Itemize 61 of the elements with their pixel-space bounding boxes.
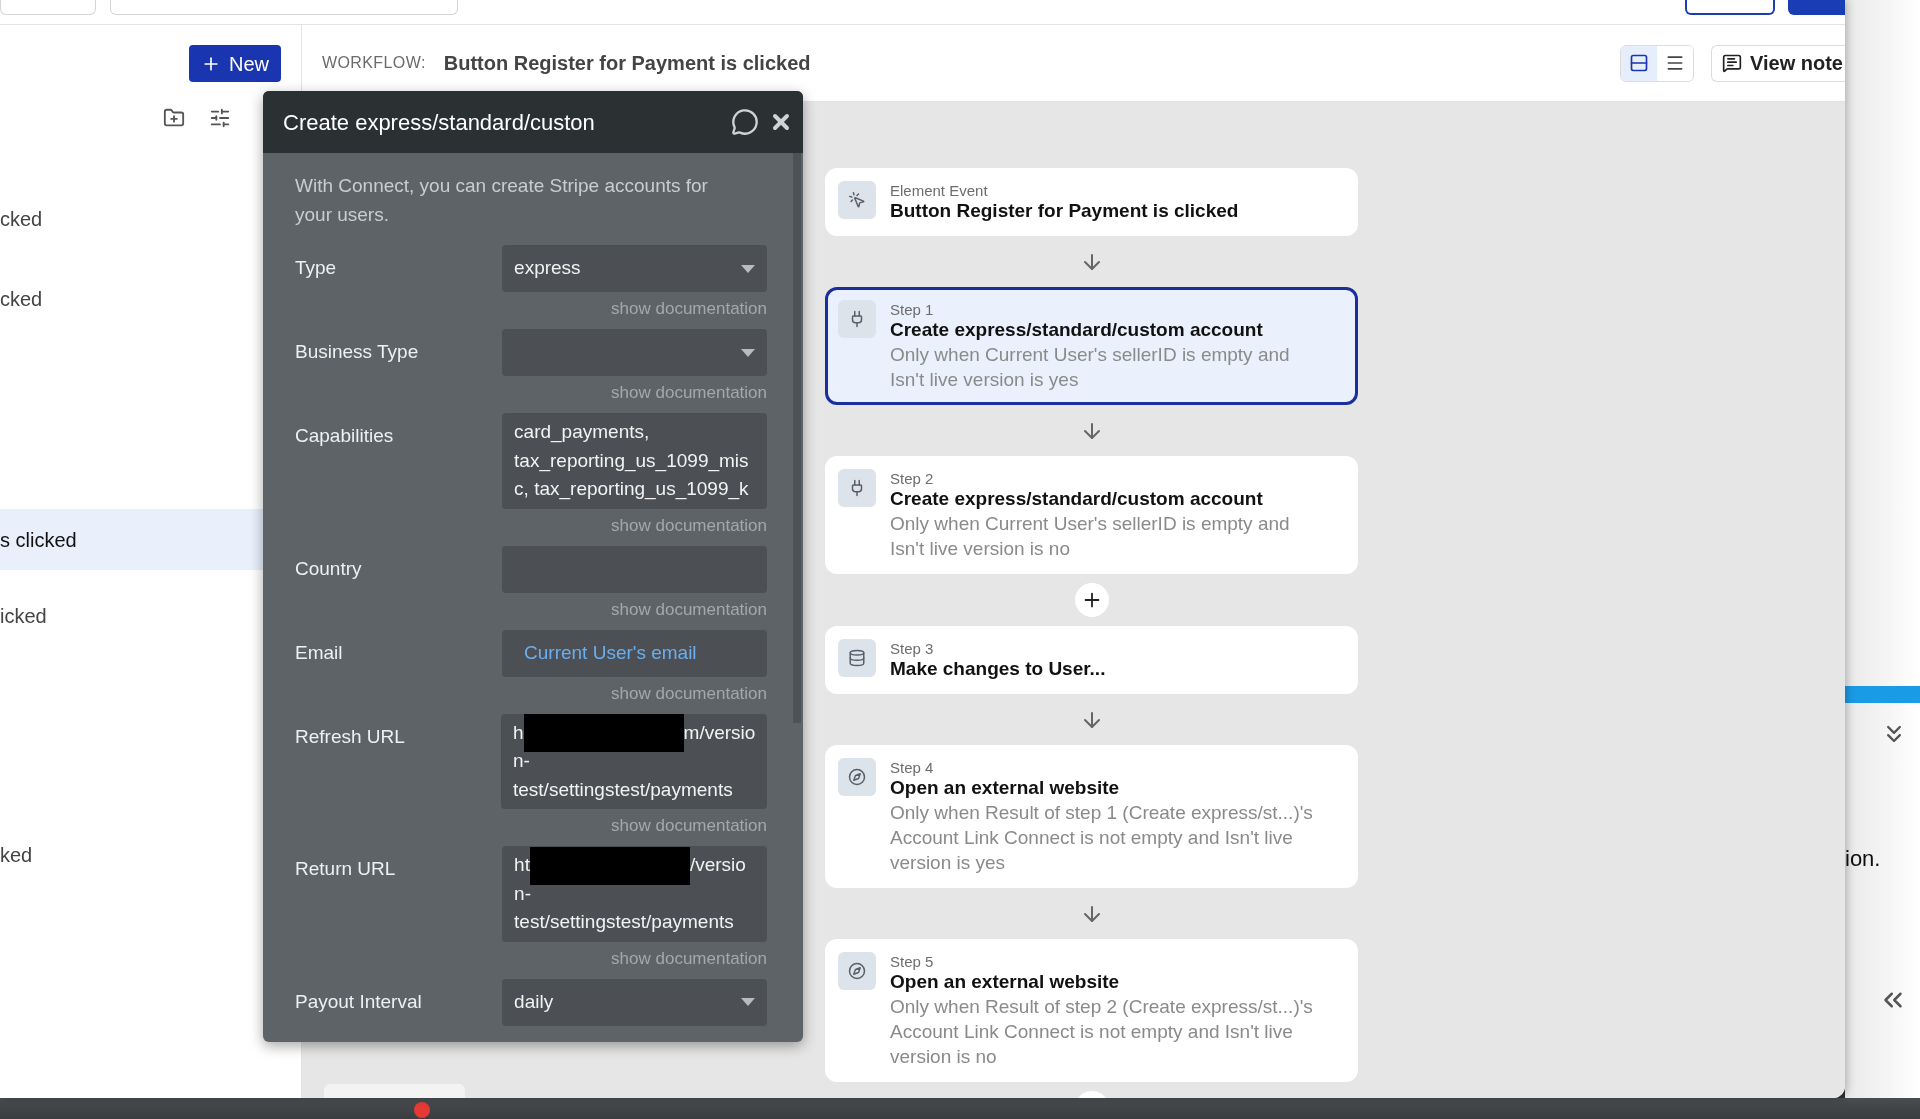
step-caption: Step 1 — [890, 302, 935, 318]
step-title: Create express/standard/custom account — [890, 318, 1264, 342]
field-label: Email — [295, 640, 344, 665]
step-condition: Only when Current User's sellerID is empty and Isn't live version is no — [890, 512, 1291, 561]
list-icon — [1665, 53, 1685, 73]
field-label: Return URL — [295, 857, 397, 881]
workflow-step-card[interactable]: Step 3 Make changes to User... — [825, 626, 1358, 694]
sliders-icon[interactable] — [209, 107, 231, 129]
dialog-description: With Connect, you can create Stripe accounts for your users. — [295, 174, 709, 227]
step-title: Make changes to User... — [890, 657, 1106, 681]
database-icon — [838, 639, 876, 677]
field-label: Type — [295, 256, 338, 280]
dropdown[interactable]: daily — [502, 978, 767, 1026]
caret-icon — [741, 264, 755, 273]
workflow-step-card[interactable]: Element Event Button Register for Payment is clicked — [825, 168, 1358, 236]
text-field[interactable]: h m/versio n- test/settingstest/payments — [501, 713, 767, 809]
field-label: Business Type — [295, 340, 420, 364]
card-view-toggle[interactable] — [1621, 45, 1657, 81]
workflow-step-card[interactable]: Step 2 Create express/standard/custom account Only when Current User's sellerID is empty and Isn't live version is no — [825, 456, 1358, 574]
step-title: Create express/standard/custom account — [890, 487, 1264, 511]
step-caption: Step 2 — [890, 471, 935, 487]
step-caption: Element Event — [890, 183, 989, 199]
comment-icon[interactable] — [731, 108, 759, 136]
dialog-title: Create express/standard/custon — [283, 108, 595, 137]
workflow-step-card[interactable]: Step 1 Create express/standard/custom account Only when Current User's sellerID is empty and Isn't live version is yes — [825, 287, 1358, 405]
side-text: ion. — [1845, 845, 1881, 873]
text-field[interactable]: ht /versio n- test/settingstest/payments — [502, 846, 767, 942]
step-title: Open an external website — [890, 970, 1121, 994]
workflow-step-card[interactable]: Step 4 Open an external website Only when Result of step 1 (Create express/st...)'s Account Link Connect is not empty and Isn't live version is yes — [825, 745, 1358, 888]
step-title: Open an external website — [890, 776, 1121, 800]
workflow-title: Button Register for Payment is clicked — [443, 51, 811, 76]
step-condition: Only when Result of step 1 (Create express/st...)'s Account Link Connect is not empty and Isn't live version is yes — [890, 801, 1314, 875]
compass-icon — [838, 952, 876, 990]
step-title: Button Register for Payment is clicked — [890, 199, 1239, 223]
step-caption: Step 5 — [890, 954, 935, 970]
step-caption: Step 3 — [890, 641, 935, 657]
workflow-label: WORKFLOW: — [322, 53, 426, 73]
step-condition: Only when Result of step 2 (Create express/st...)'s Account Link Connect is not empty and Isn't live version is no — [890, 995, 1314, 1069]
add-step-button[interactable] — [1074, 583, 1109, 617]
caret-icon — [741, 348, 755, 357]
field-label: Refresh URL — [295, 724, 406, 749]
field-label: Payout Interval — [295, 989, 423, 1014]
text-field[interactable]: card_payments, tax_reporting_us_1099_mis c, tax_reporting_us_1099_k — [502, 413, 767, 509]
compass-icon — [838, 758, 876, 796]
view-note-button[interactable]: View note — [1711, 44, 1845, 82]
note-icon — [1722, 53, 1742, 73]
dropdown[interactable]: express — [502, 245, 767, 292]
toolbar-field[interactable] — [110, 0, 458, 15]
scrollbar[interactable] — [793, 153, 801, 723]
step-condition: Only when Current User's sellerID is empty and Isn't live version is yes — [890, 343, 1291, 392]
caret-icon — [741, 998, 755, 1006]
folder-plus-icon[interactable] — [163, 107, 185, 129]
workflow-step-card[interactable]: Step 5 Open an external website Only when Result of step 2 (Create express/st...)'s Account Link Connect is not empty and Isn't live version is no — [825, 939, 1358, 1082]
field-label: Capabilities — [295, 424, 395, 448]
plug-icon — [838, 300, 876, 338]
step-caption: Step 4 — [890, 760, 935, 776]
toolbar-button[interactable] — [1685, 0, 1775, 15]
cursor-click-icon — [838, 181, 876, 219]
plug-icon — [838, 469, 876, 507]
new-button[interactable]: New — [189, 45, 281, 82]
rows-icon — [1629, 53, 1649, 73]
